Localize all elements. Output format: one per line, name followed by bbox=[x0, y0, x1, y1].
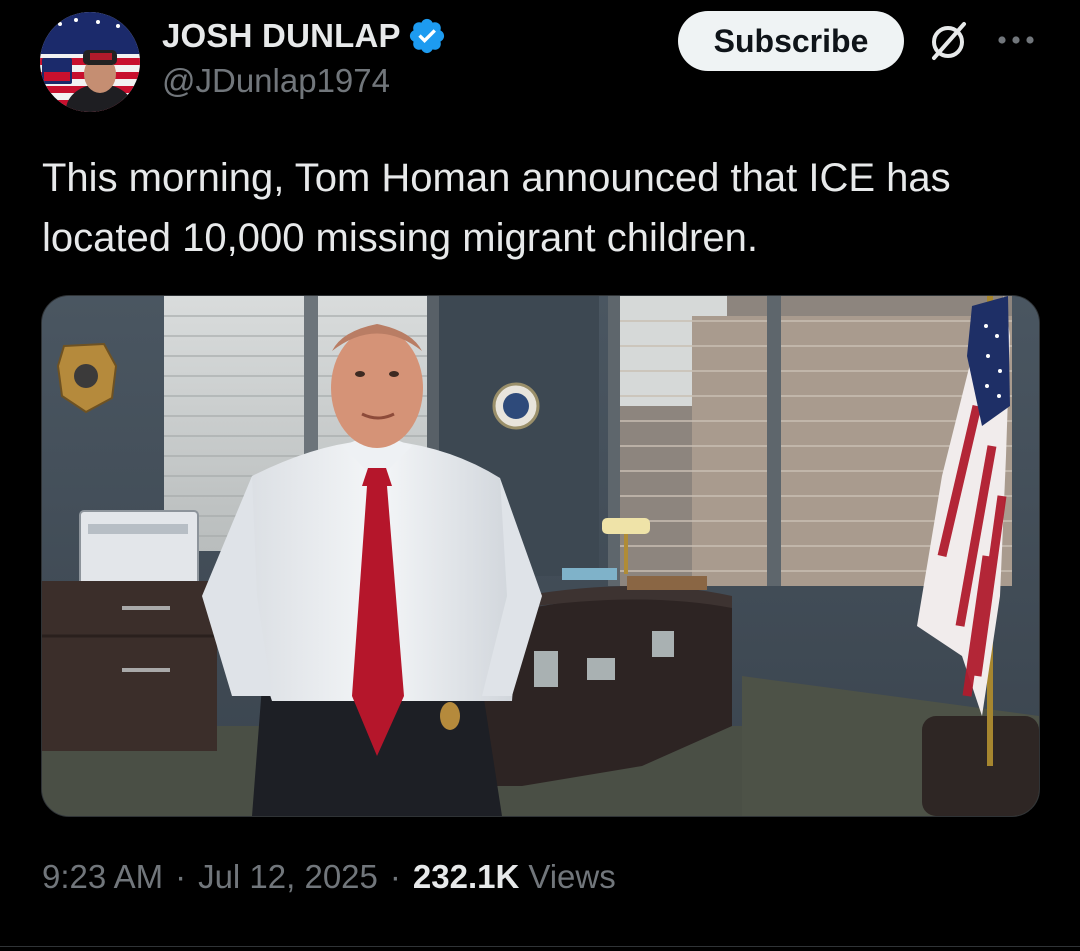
photo-illustration bbox=[42, 296, 1039, 816]
tweet-photo[interactable] bbox=[41, 295, 1040, 817]
divider bbox=[0, 946, 1080, 947]
meta-separator: · bbox=[175, 858, 187, 895]
tweet-date[interactable]: Jul 12, 2025 bbox=[198, 858, 378, 896]
tweet-text: This morning, Tom Homan announced that I… bbox=[42, 148, 1042, 268]
tweet-time[interactable]: 9:23 AM bbox=[42, 858, 163, 896]
author-display-name[interactable]: JOSH DUNLAP bbox=[162, 17, 401, 55]
name-row: JOSH DUNLAP bbox=[162, 14, 447, 58]
avatar-image bbox=[40, 12, 140, 112]
views-count[interactable]: 232.1K bbox=[413, 858, 519, 896]
tweet-meta: 9:23 AM · Jul 12, 2025 · 232.1K Views bbox=[42, 858, 616, 896]
verified-badge-icon[interactable] bbox=[407, 16, 447, 56]
author-avatar[interactable] bbox=[40, 12, 140, 112]
tweet-text-line-1: This morning, Tom Homan announced that I… bbox=[42, 156, 951, 200]
views-label: Views bbox=[528, 858, 616, 895]
subscribe-button[interactable]: Subscribe bbox=[678, 11, 904, 71]
tweet: JOSH DUNLAP @JDunlap1974 Subscribe This … bbox=[0, 0, 1080, 951]
grok-icon[interactable] bbox=[926, 18, 972, 64]
more-options-icon[interactable] bbox=[996, 24, 1036, 54]
author-block[interactable]: JOSH DUNLAP @JDunlap1974 bbox=[162, 14, 447, 100]
author-handle[interactable]: @JDunlap1974 bbox=[162, 62, 447, 100]
meta-separator: · bbox=[389, 858, 401, 895]
tweet-text-line-2: located 10,000 missing migrant children. bbox=[42, 216, 758, 260]
